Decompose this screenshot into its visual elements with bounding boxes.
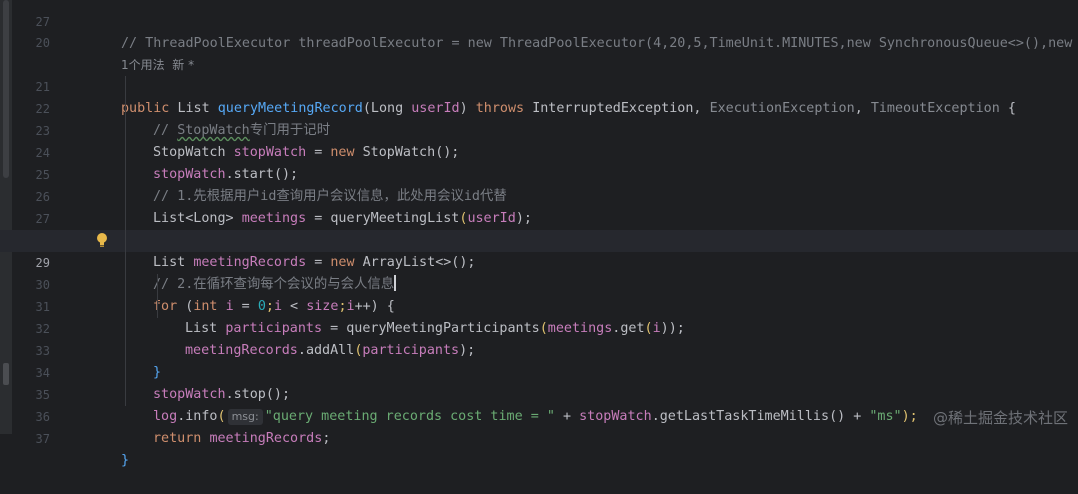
code-line-25[interactable]: 25 // 1.先根据用户id查询用户会议信息，此处用会议id代替 — [0, 142, 1078, 204]
code-line-34[interactable]: 34 stopWatch.stop(); — [0, 340, 1078, 402]
code-line-32[interactable]: 32 meetingRecords.addAll(participants); — [0, 296, 1078, 358]
code-line-33[interactable]: 33 } — [0, 318, 1078, 380]
code-line-24[interactable]: 24 stopWatch.start(); — [0, 120, 1078, 182]
code-line-36[interactable]: 36 return meetingRecords; — [0, 384, 1078, 446]
code-line-26[interactable]: 26 List<Long> meetings = queryMeetingLis… — [0, 164, 1078, 226]
watermark: @稀土掘金技术社区 — [932, 409, 1068, 427]
code-editor[interactable]: 27 // ThreadPoolExecutor threadPoolExecu… — [0, 0, 1078, 468]
code-line-37[interactable]: 37 } — [0, 406, 1078, 468]
indent-guide — [125, 76, 126, 406]
code-line-27[interactable]: 27 int size = meetings.size(); — [0, 186, 1078, 248]
code-line-21[interactable]: 21 public List queryMeetingRecord(Long u… — [0, 54, 1078, 116]
code-line-20[interactable]: 20 — [0, 10, 1078, 50]
code-line-31[interactable]: 31 List participants = queryMeetingParti… — [0, 274, 1078, 336]
lightbulb-icon[interactable] — [96, 232, 108, 248]
code-line-22[interactable]: 22 // StopWatch专门用于记时 — [0, 76, 1078, 138]
code-line-29-current[interactable]: 29 // 2.在循环查询每个会议的与会人信息 — [0, 230, 1078, 292]
indent-guide — [157, 274, 158, 318]
line-number: 37 — [35, 432, 50, 446]
code-line-23[interactable]: 23 StopWatch stopWatch = new StopWatch()… — [0, 98, 1078, 160]
code-line-28[interactable]: 28 List meetingRecords = new ArrayList<>… — [0, 208, 1078, 270]
code-text: } — [121, 453, 130, 468]
code-line-35[interactable]: 35 log.info(msg: "query meeting records c… — [0, 362, 1078, 425]
usage-hint-line[interactable]: 1个用法 新 * — [0, 32, 1078, 72]
code-text: return meetingRecords; — [153, 431, 331, 446]
code-line-30[interactable]: 30 for (int i = 0;i < size;i++) { — [0, 252, 1078, 314]
